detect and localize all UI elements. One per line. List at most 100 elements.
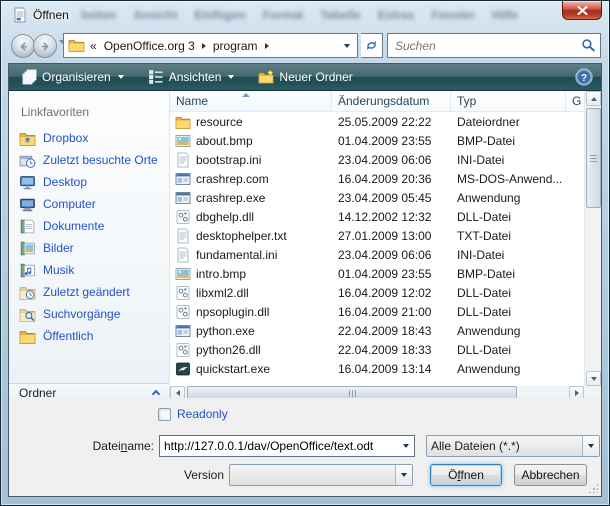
filename-combobox[interactable] [159, 435, 415, 457]
text-file-icon [175, 247, 191, 263]
sidebar-item-bilder[interactable]: Bilder [9, 237, 169, 259]
table-row[interactable]: quickstart.exe16.04.2009 13:14Anwendung [170, 359, 584, 378]
version-label: Version [9, 468, 224, 482]
app-file-icon [175, 323, 191, 339]
sidebar-item-label: Dokumente [43, 219, 104, 233]
cancel-button[interactable]: Abbrechen [514, 464, 587, 486]
file-name: libxml2.dll [196, 286, 249, 300]
command-toolbar: Organisieren Ansichten Neuer Ordner ? [9, 64, 601, 91]
recent-changed-icon [19, 284, 36, 301]
table-row[interactable]: libxml2.dll16.04.2009 12:02DLL-Datei [170, 283, 584, 302]
searches-icon [19, 306, 36, 323]
table-row[interactable]: resource 25.05.2009 22:22Dateiordner [170, 112, 584, 131]
refresh-icon [364, 38, 379, 53]
browser-panes: Linkfavoriten DropboxZuletzt besuchte Or… [9, 91, 601, 401]
search-icon[interactable] [581, 38, 596, 53]
desktop-icon [19, 174, 36, 191]
chevron-down-icon [403, 444, 409, 448]
public-folder-icon [19, 328, 36, 345]
views-button[interactable]: Ansichten [144, 67, 239, 87]
forward-arrow-icon [39, 40, 52, 53]
file-type: DLL-Datei [451, 286, 584, 300]
file-date: 22.04.2009 18:43 [332, 324, 451, 338]
sidebar-item-label: Öffentlich [43, 329, 93, 343]
sidebar-item-dropbox[interactable]: Dropbox [9, 127, 169, 149]
sidebar-item-dokumente[interactable]: Dokumente [9, 215, 169, 237]
file-date: 16.04.2009 20:36 [332, 172, 451, 186]
file-type: BMP-Datei [451, 267, 584, 281]
readonly-option[interactable]: Readonly [158, 407, 228, 421]
scroll-down-button[interactable] [586, 371, 601, 386]
table-row[interactable]: npsoplugin.dll16.04.2009 21:00DLL-Datei [170, 302, 584, 321]
titlebar[interactable]: Öffnen beitenAnsichtEinfügenFormatTabell… [1, 1, 609, 29]
file-type: MS-DOS-Anwend... [451, 172, 584, 186]
filetype-select[interactable]: Alle Dateien (*.*) [426, 435, 600, 457]
open-button[interactable]: Öffnen [430, 464, 502, 486]
file-name: crashrep.exe [196, 191, 265, 205]
filetype-dropdown-button[interactable] [582, 436, 599, 456]
sidebar-item-suchvorg-nge[interactable]: Suchvorgänge [9, 303, 169, 325]
vertical-scrollbar[interactable] [584, 91, 601, 386]
close-button[interactable] [562, 1, 602, 20]
table-row[interactable]: crashrep.exe23.04.2009 05:45Anwendung [170, 188, 584, 207]
organize-label: Organisieren [42, 70, 111, 84]
breadcrumb-overflow-indicator[interactable]: « [90, 39, 97, 53]
file-name: resource [196, 115, 243, 129]
table-row[interactable]: crashrep.com16.04.2009 20:36MS-DOS-Anwen… [170, 169, 584, 188]
sidebar-item--ffentlich[interactable]: Öffentlich [9, 325, 169, 347]
file-type: Anwendung [451, 191, 584, 205]
file-type: Dateiordner [451, 115, 584, 129]
sidebar-item-desktop[interactable]: Desktop [9, 171, 169, 193]
chevron-down-icon [118, 75, 124, 79]
readonly-checkbox[interactable] [158, 408, 171, 421]
table-row[interactable]: fundamental.ini23.04.2009 06:06INI-Datei [170, 245, 584, 264]
filename-input[interactable] [160, 439, 397, 453]
table-row[interactable]: bootstrap.ini23.04.2009 06:06INI-Datei [170, 150, 584, 169]
breadcrumb-separator-icon[interactable] [265, 43, 269, 49]
organize-button[interactable]: Organisieren [17, 67, 128, 87]
file-name: quickstart.exe [196, 362, 270, 376]
sidebar-item-label: Desktop [43, 175, 87, 189]
sidebar-item-zuletzt-ge-ndert[interactable]: Zuletzt geändert [9, 281, 169, 303]
forward-button[interactable] [33, 34, 57, 58]
breadcrumb-item[interactable]: program [209, 39, 262, 53]
sidebar-item-musik[interactable]: Musik [9, 259, 169, 281]
sidebar-item-label: Musik [43, 263, 74, 277]
table-row[interactable]: python.exe22.04.2009 18:43Anwendung [170, 321, 584, 340]
version-dropdown-button[interactable] [395, 465, 412, 485]
triangle-right-icon [575, 390, 579, 396]
dll-file-icon [175, 285, 191, 301]
scroll-up-button[interactable] [586, 91, 601, 106]
file-date: 25.05.2009 22:22 [332, 115, 451, 129]
quickstart-file-icon [175, 361, 191, 377]
filename-dropdown-button[interactable] [397, 436, 414, 456]
search-field[interactable] [387, 33, 601, 58]
column-header-date[interactable]: Änderungsdatum [332, 91, 451, 111]
table-row[interactable]: about.bmp01.04.2009 23:55BMP-Datei [170, 131, 584, 150]
new-folder-button[interactable]: Neuer Ordner [254, 67, 356, 87]
back-button[interactable] [11, 34, 35, 58]
triangle-down-icon [591, 377, 597, 381]
sidebar-item-label: Suchvorgänge [43, 307, 120, 321]
breadcrumb-dropdown-button[interactable] [339, 44, 355, 48]
breadcrumb[interactable]: « OpenOffice.org 3 program [63, 33, 358, 58]
column-header-size[interactable]: G [566, 91, 584, 111]
dll-file-icon [175, 342, 191, 358]
sort-ascending-icon [242, 93, 250, 97]
column-header-type[interactable]: Typ [451, 91, 566, 111]
breadcrumb-separator-icon[interactable] [202, 43, 206, 49]
sidebar-item-computer[interactable]: Computer [9, 193, 169, 215]
version-select[interactable] [229, 464, 413, 486]
table-row[interactable]: python26.dll22.04.2009 18:33DLL-Datei [170, 340, 584, 359]
help-button[interactable]: ? [575, 68, 593, 86]
table-row[interactable]: desktophelper.txt27.01.2009 13:00TXT-Dat… [170, 226, 584, 245]
column-header-name[interactable]: Name [170, 91, 332, 111]
sidebar-item-zuletzt-besuchte-orte[interactable]: Zuletzt besuchte Orte [9, 149, 169, 171]
search-input[interactable] [395, 39, 581, 53]
app-file-icon [175, 190, 191, 206]
table-row[interactable]: dbghelp.dll14.12.2002 12:32DLL-Datei [170, 207, 584, 226]
vertical-scrollbar-thumb[interactable] [586, 108, 601, 208]
table-row[interactable]: intro.bmp01.04.2009 23:55BMP-Datei [170, 264, 584, 283]
refresh-button[interactable] [361, 33, 383, 58]
breadcrumb-item[interactable]: OpenOffice.org 3 [100, 39, 199, 53]
